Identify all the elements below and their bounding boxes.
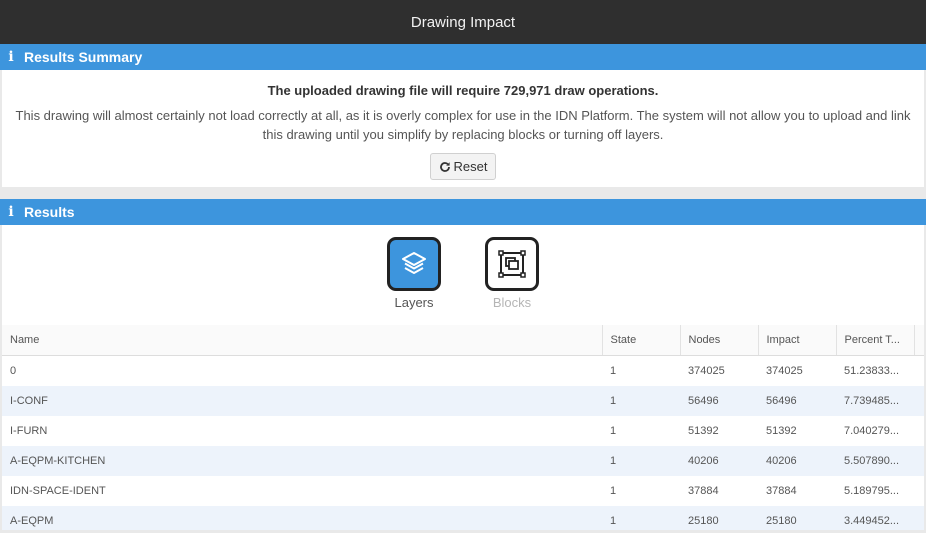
- table-row[interactable]: I-FURN 1 51392 51392 7.040279...: [2, 416, 924, 446]
- table-cell: A-EQPM: [2, 506, 602, 530]
- reset-button-label: Reset: [453, 159, 488, 174]
- info-icon: i: [8, 204, 14, 220]
- blocks-icon: [485, 237, 539, 291]
- scrollbar-cell[interactable]: [914, 416, 924, 446]
- table-cell: 56496: [680, 386, 758, 416]
- refresh-icon: [439, 161, 450, 172]
- table-cell: 25180: [758, 506, 836, 530]
- column-header-state[interactable]: State: [602, 325, 681, 356]
- table-cell: 1: [602, 386, 680, 416]
- results-header: i Results: [0, 199, 926, 225]
- table-cell: 1: [602, 506, 680, 530]
- window-title: Drawing Impact: [0, 0, 926, 44]
- info-icon: i: [8, 49, 14, 65]
- table-row[interactable]: IDN-SPACE-IDENT 1 37884 37884 5.189795..…: [2, 476, 924, 506]
- scrollbar-cell[interactable]: [914, 476, 924, 506]
- scrollbar-cell[interactable]: [914, 506, 924, 530]
- table-cell: 5.507890...: [836, 446, 914, 476]
- scrollbar-cell[interactable]: [914, 386, 924, 416]
- table-row[interactable]: I-CONF 1 56496 56496 7.739485...: [2, 386, 924, 416]
- table-cell: 1: [602, 355, 680, 386]
- reset-button[interactable]: Reset: [429, 153, 497, 180]
- scrollbar-cell[interactable]: [914, 446, 924, 476]
- table-cell: 1: [602, 476, 680, 506]
- table-cell: 0: [2, 355, 602, 386]
- table-cell: 7.040279...: [836, 416, 914, 446]
- table-cell: 374025: [758, 355, 836, 386]
- window-title-text: Drawing Impact: [410, 13, 516, 31]
- table-cell: 37884: [680, 476, 758, 506]
- table-cell: 7.739485...: [836, 386, 914, 416]
- tab-blocks-label: Blocks: [492, 295, 532, 310]
- summary-description: This drawing will almost certainly not l…: [15, 108, 911, 142]
- scrollbar-cell[interactable]: [914, 355, 924, 386]
- column-header-name[interactable]: Name: [2, 325, 603, 356]
- table-cell: 51392: [758, 416, 836, 446]
- table-cell: 25180: [680, 506, 758, 530]
- table-cell: I-CONF: [2, 386, 602, 416]
- tab-layers-label: Layers: [394, 295, 434, 310]
- tab-layers[interactable]: Layers: [383, 237, 445, 325]
- table-cell: I-FURN: [2, 416, 602, 446]
- table-cell: 3.449452...: [836, 506, 914, 530]
- scrollbar-header-cell: [914, 325, 924, 356]
- table-row[interactable]: 0 1 374025 374025 51.23833...: [2, 355, 924, 386]
- table-row[interactable]: A-EQPM-KITCHEN 1 40206 40206 5.507890...: [2, 446, 924, 476]
- table-cell: 40206: [680, 446, 758, 476]
- table-cell: 1: [602, 416, 680, 446]
- table-cell: 51392: [680, 416, 758, 446]
- table-cell: 1: [602, 446, 680, 476]
- column-header-percent[interactable]: Percent T...: [836, 325, 915, 356]
- results-panel: Layers Blocks Name State Nodes Impact Pe…: [2, 225, 924, 530]
- table-cell: 37884: [758, 476, 836, 506]
- results-title: Results: [24, 204, 75, 220]
- table-cell: 374025: [680, 355, 758, 386]
- table-cell: 5.189795...: [836, 476, 914, 506]
- table-cell: A-EQPM-KITCHEN: [2, 446, 602, 476]
- column-header-nodes[interactable]: Nodes: [680, 325, 759, 356]
- table-cell: 51.23833...: [836, 355, 914, 386]
- table-row[interactable]: A-EQPM 1 25180 25180 3.449452...: [2, 506, 924, 530]
- table-header-row: Name State Nodes Impact Percent T...: [2, 325, 924, 356]
- table-cell: 40206: [758, 446, 836, 476]
- results-tabs: Layers Blocks: [2, 225, 924, 325]
- results-summary-panel: The uploaded drawing file will require 7…: [2, 70, 924, 187]
- results-table: Name State Nodes Impact Percent T... 0 1…: [2, 325, 924, 530]
- layers-icon: [387, 237, 441, 291]
- column-header-impact[interactable]: Impact: [758, 325, 837, 356]
- results-summary-title: Results Summary: [24, 49, 143, 65]
- results-summary-header: i Results Summary: [0, 44, 926, 70]
- table-cell: 56496: [758, 386, 836, 416]
- table-cell: IDN-SPACE-IDENT: [2, 476, 602, 506]
- summary-headline: The uploaded drawing file will require 7…: [267, 83, 659, 98]
- tab-blocks[interactable]: Blocks: [481, 237, 543, 325]
